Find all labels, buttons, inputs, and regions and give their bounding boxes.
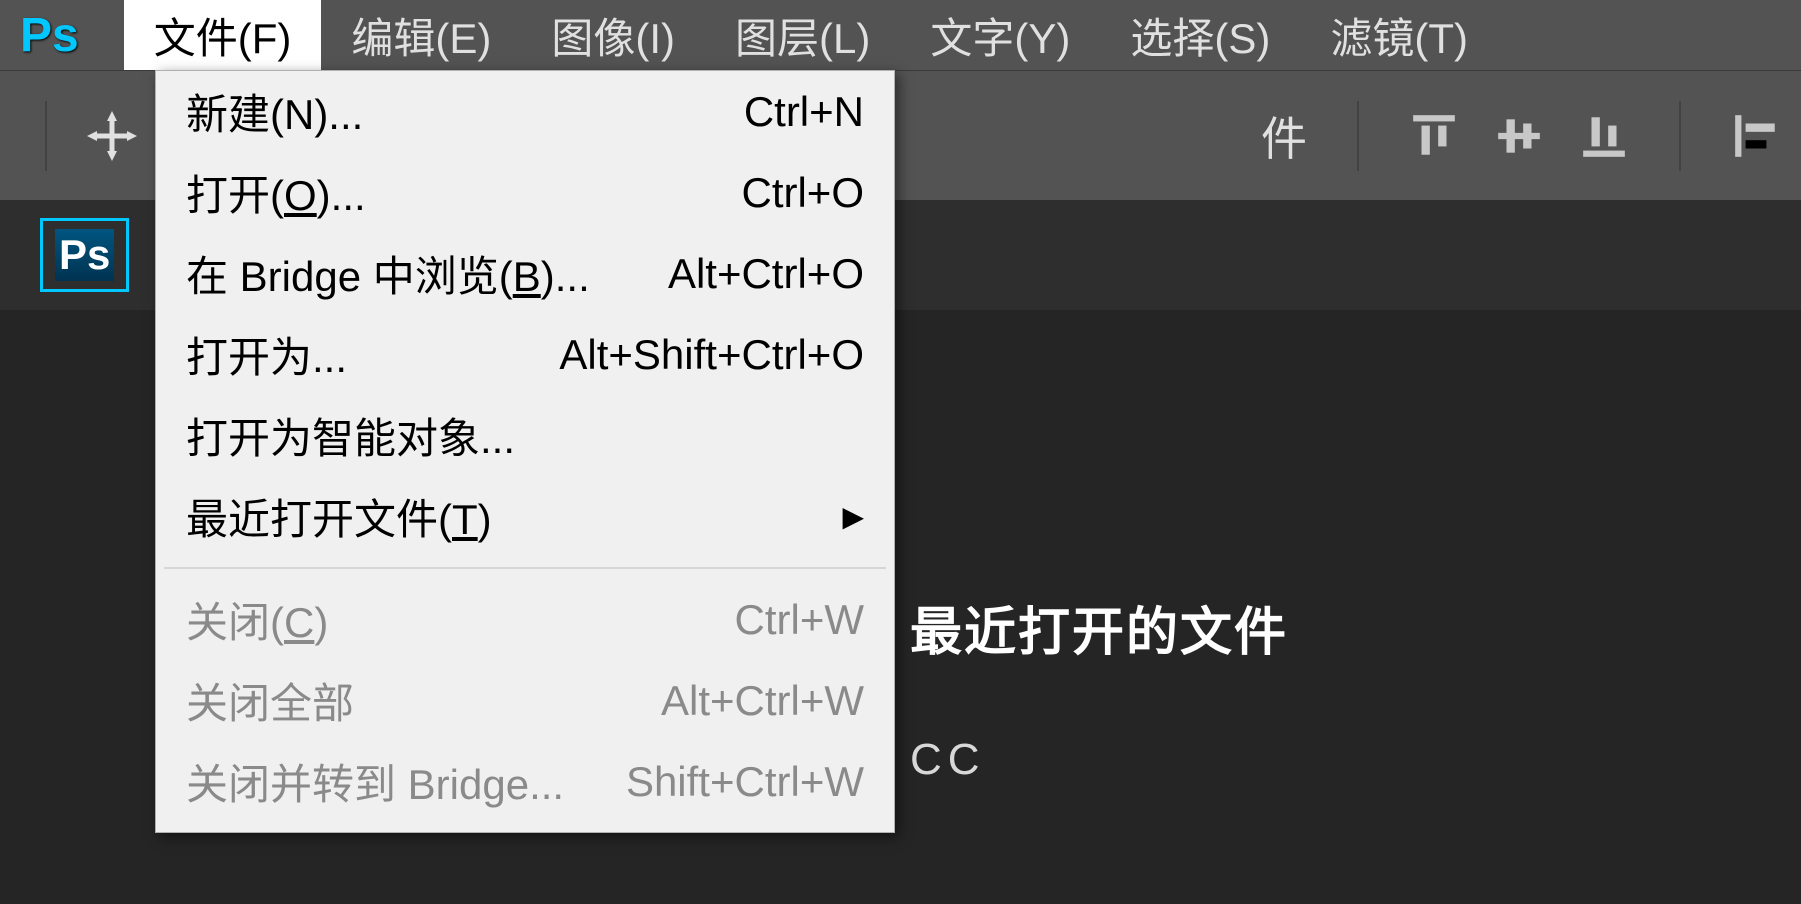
align-top-icon[interactable] bbox=[1409, 111, 1459, 161]
align-left-icon[interactable] bbox=[1731, 111, 1781, 161]
toolbar-divider bbox=[1357, 101, 1359, 171]
menu-item-label: 最近打开文件(T) bbox=[186, 486, 832, 547]
toolbar-partial-text: 件 bbox=[1261, 103, 1307, 169]
toolbar-divider bbox=[45, 101, 47, 171]
menu-item-label: 关闭全部 bbox=[186, 670, 661, 731]
menu-edit[interactable]: 编辑(E) bbox=[321, 0, 521, 70]
menu-select[interactable]: 选择(S) bbox=[1100, 0, 1300, 70]
menu-item-shortcut: Ctrl+W bbox=[735, 596, 865, 644]
align-bottom-icon[interactable] bbox=[1579, 111, 1629, 161]
toolbar-divider bbox=[1679, 101, 1681, 171]
menu-item-shortcut: Ctrl+O bbox=[741, 169, 864, 217]
menu-file[interactable]: 文件(F) bbox=[124, 0, 322, 70]
recent-files-section: 最近打开的文件 CC bbox=[910, 590, 1288, 785]
align-vcenter-icon[interactable] bbox=[1494, 111, 1544, 161]
document-tab-label: Ps bbox=[55, 229, 114, 281]
recent-files-title: 最近打开的文件 bbox=[910, 590, 1288, 665]
menubar: Ps 文件(F) 编辑(E) 图像(I) 图层(L) 文字(Y) 选择(S) 滤… bbox=[0, 0, 1801, 70]
menu-filter[interactable]: 滤镜(T) bbox=[1300, 0, 1498, 70]
menu-item-open[interactable]: 打开(O)... Ctrl+O bbox=[156, 152, 894, 233]
menu-item-close: 关闭(C) Ctrl+W bbox=[156, 579, 894, 660]
menu-item-close-all: 关闭全部 Alt+Ctrl+W bbox=[156, 660, 894, 741]
menu-type[interactable]: 文字(Y) bbox=[900, 0, 1100, 70]
submenu-arrow-icon: ▶ bbox=[842, 500, 864, 533]
menu-item-shortcut: Alt+Ctrl+W bbox=[661, 677, 864, 725]
menu-item-label: 打开为智能对象... bbox=[186, 405, 864, 466]
menu-separator bbox=[164, 567, 886, 569]
menu-item-shortcut: Alt+Ctrl+O bbox=[668, 250, 864, 298]
menu-layer[interactable]: 图层(L) bbox=[705, 0, 900, 70]
menu-item-new[interactable]: 新建(N)... Ctrl+N bbox=[156, 71, 894, 152]
move-tool-icon[interactable] bbox=[82, 106, 142, 166]
menu-item-label: 关闭(C) bbox=[186, 589, 735, 650]
menu-item-shortcut: Ctrl+N bbox=[744, 88, 864, 136]
menu-item-label: 新建(N)... bbox=[186, 81, 744, 142]
file-dropdown-menu: 新建(N)... Ctrl+N 打开(O)... Ctrl+O 在 Bridge… bbox=[155, 70, 895, 833]
menu-item-label: 打开(O)... bbox=[186, 162, 741, 223]
menu-item-browse-bridge[interactable]: 在 Bridge 中浏览(B)... Alt+Ctrl+O bbox=[156, 233, 894, 314]
menu-item-recent[interactable]: 最近打开文件(T) ▶ bbox=[156, 476, 894, 557]
document-tab[interactable]: Ps bbox=[40, 218, 129, 292]
menu-item-open-smart[interactable]: 打开为智能对象... bbox=[156, 395, 894, 476]
menu-item-close-bridge: 关闭并转到 Bridge... Shift+Ctrl+W bbox=[156, 741, 894, 822]
menu-item-shortcut: Shift+Ctrl+W bbox=[626, 758, 864, 806]
ps-logo: Ps bbox=[20, 8, 79, 63]
menu-item-label: 在 Bridge 中浏览(B)... bbox=[186, 243, 668, 304]
menu-item-label: 打开为... bbox=[186, 324, 559, 385]
menu-image[interactable]: 图像(I) bbox=[521, 0, 705, 70]
menu-item-open-as[interactable]: 打开为... Alt+Shift+Ctrl+O bbox=[156, 314, 894, 395]
menu-item-label: 关闭并转到 Bridge... bbox=[186, 751, 626, 812]
menu-item-shortcut: Alt+Shift+Ctrl+O bbox=[559, 331, 864, 379]
recent-files-sub: CC bbox=[910, 735, 1288, 785]
